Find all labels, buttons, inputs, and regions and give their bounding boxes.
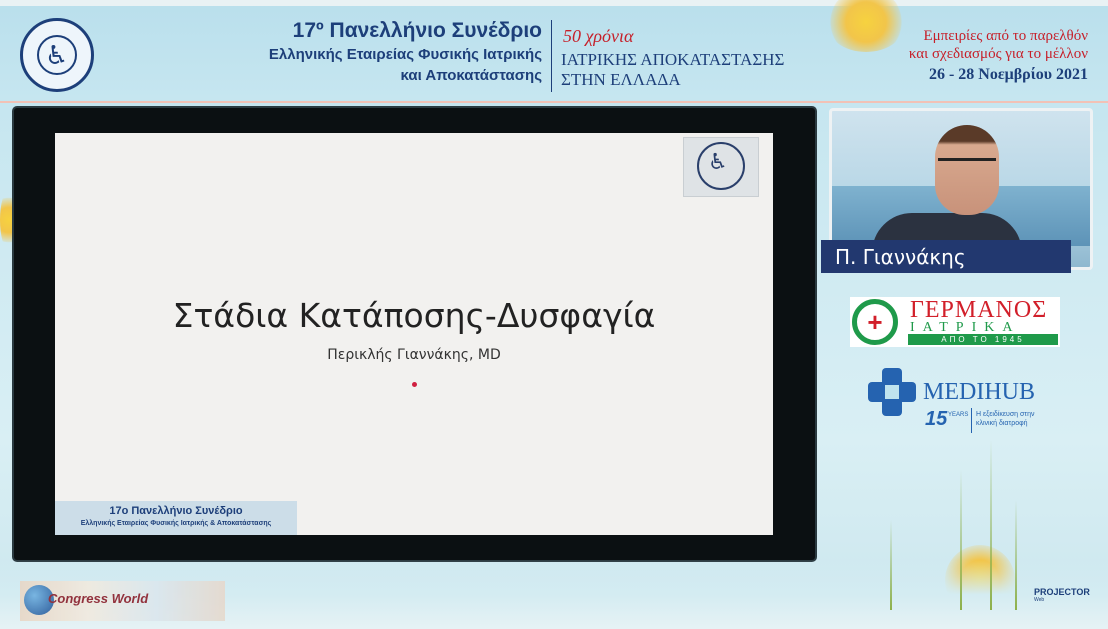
streaming-name: PROJECTOR: [1034, 587, 1090, 597]
slide-author: Περικλής Γιαννάκης, MD: [327, 347, 501, 363]
medihub-divider: [971, 408, 972, 433]
top-border: [0, 0, 1108, 6]
germanos-cross-icon: +: [852, 299, 898, 345]
grass-decoration: [960, 470, 962, 610]
streaming-subtitle: Web: [1034, 597, 1045, 603]
medihub-tagline: Η εξειδίκευση στην κλινική διατροφή: [976, 411, 1035, 427]
wheelchair-icon: ♿: [45, 41, 69, 71]
medihub-name: MEDIHUB: [923, 379, 1035, 405]
grass-decoration: [990, 440, 992, 610]
anniversary-line-1: ΙΑΤΡΙΚΗΣ ΑΠΟΚΑΤΑΣΤΑΣΗΣ: [561, 50, 785, 69]
speaker-name: Π. Γιαννάκης: [835, 245, 966, 269]
slide-footer-title: 17ο Πανελλήνιο Συνέδριο: [109, 505, 243, 517]
society-line-2: και Αποκατάστασης: [400, 67, 543, 84]
slide-logo: ♿: [683, 137, 759, 197]
streaming-logo: PROJECTOR Web: [1034, 587, 1090, 603]
header-divider: [0, 101, 1108, 103]
slogan-line-2: και σχεδιασμός για το μέλλον: [908, 46, 1088, 62]
laser-pointer: [412, 382, 417, 387]
conference-dates: 26 - 28 Νοεμβρίου 2021: [928, 66, 1088, 83]
grass-decoration: [1015, 500, 1017, 610]
organizer-name: Congress World: [48, 591, 149, 606]
conference-title: 17º Πανελλήνιο Συνέδριο: [292, 19, 542, 42]
slogan-line-1: Εμπειρίες από το παρελθόν: [923, 28, 1088, 44]
grass-decoration: [890, 520, 892, 610]
slide-footer-subtitle: Ελληνικής Εταιρείας Φυσικής Ιατρικής & Α…: [80, 520, 272, 527]
society-logo: ♿: [20, 18, 94, 92]
anniversary-label: 50 χρόνια: [563, 26, 634, 46]
organizer-logo: Congress World: [20, 581, 225, 621]
anniversary-line-2: ΣΤΗΝ ΕΛΛΑΔΑ: [561, 70, 681, 89]
presentation-slide: ♿ Στάδια Κατάποσης-Δυσφαγία Περικλής Για…: [55, 133, 773, 535]
medihub-years-label: YEARS: [948, 412, 969, 418]
slide-title: Στάδια Κατάποσης-Δυσφαγία: [172, 296, 656, 335]
conference-slogan: Εμπειρίες από το παρελθόν και σχεδιασμός…: [909, 27, 1088, 63]
medical-cross-icon: [868, 368, 916, 416]
speaker-name-bar: Π. Γιαννάκης: [821, 240, 1071, 273]
anniversary-text: ΙΑΤΡΙΚΗΣ ΑΠΟΚΑΤΑΣΤΑΣΗΣ ΣΤΗΝ ΕΛΛΑΔΑ: [561, 50, 784, 90]
conference-title-block: 17º Πανελλήνιο Συνέδριο Ελληνικής Εταιρε…: [269, 18, 542, 86]
germanos-since: ΑΠΟ ΤΟ 1945: [908, 334, 1058, 345]
speaker-glasses: [938, 158, 996, 175]
wheelchair-icon: ♿: [708, 150, 728, 175]
sponsor-medihub-logo: MEDIHUB 15 YEARS Η εξειδίκευση στην κλιν…: [868, 368, 1068, 438]
society-line-1: Ελληνικής Εταιρείας Φυσικής Ιατρικής: [268, 46, 542, 63]
slide-footer: 17ο Πανελλήνιο Συνέδριο Ελληνικής Εταιρε…: [55, 501, 297, 535]
sponsor-germanos-logo: + ΓΕΡΜΑΝΟΣ ΙΑΤΡΙΚΑ ΑΠΟ ΤΟ 1945: [850, 297, 1060, 347]
title-divider: [551, 20, 552, 92]
medihub-years: 15: [925, 408, 948, 430]
